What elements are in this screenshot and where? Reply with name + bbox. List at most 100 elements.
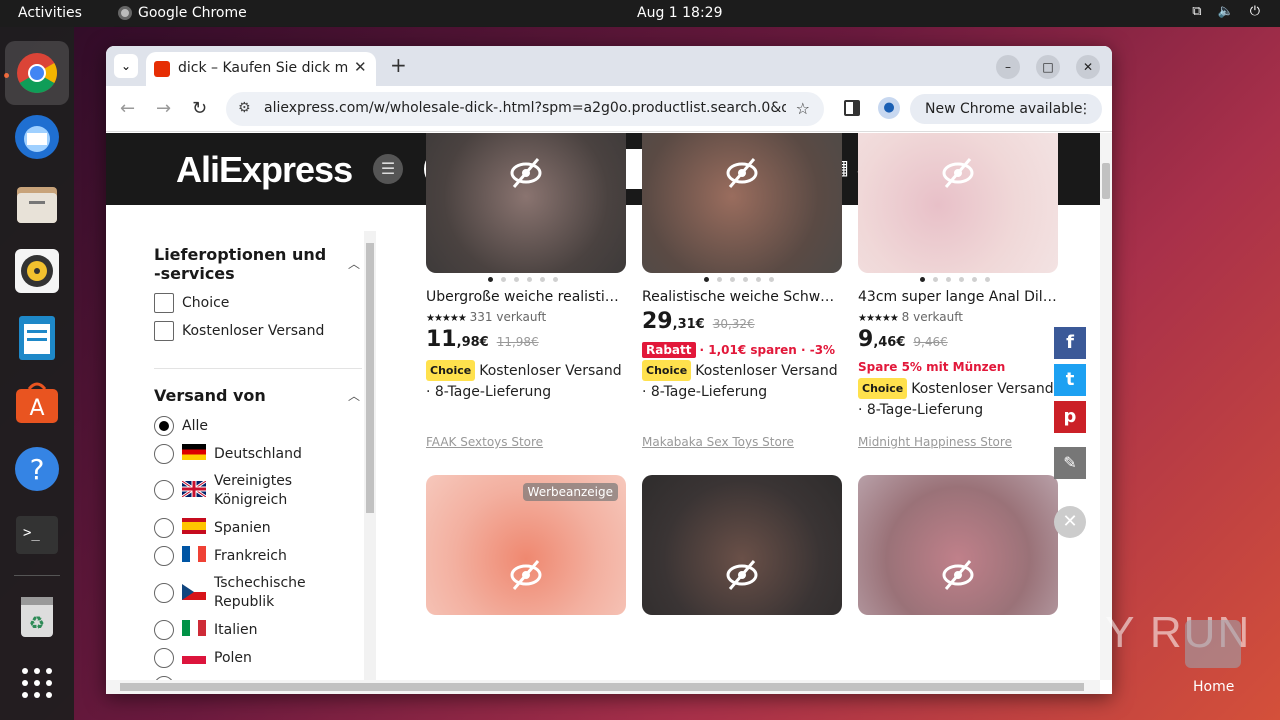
aliexpress-logo[interactable]: AliExpress (176, 149, 353, 191)
show-apps-button[interactable] (13, 659, 61, 707)
radio-tschechien[interactable] (154, 583, 174, 603)
scrollbar-thumb[interactable] (120, 683, 1084, 691)
edit-share-button[interactable]: ✎ (1054, 447, 1086, 479)
category-menu-button[interactable]: ☰ (373, 154, 403, 184)
tab-search-button[interactable]: ⌄ (114, 54, 138, 78)
scrollbar-thumb[interactable] (1102, 163, 1110, 199)
address-bar[interactable]: ⚙ aliexpress.com/w/wholesale-dick-.html?… (226, 92, 824, 126)
pinterest-share-button[interactable]: p (1054, 401, 1086, 433)
product-image[interactable] (642, 475, 842, 615)
store-link[interactable]: FAAK Sextoys Store (426, 435, 543, 449)
checkbox-label: Choice (182, 295, 230, 311)
radio-italien[interactable] (154, 620, 174, 640)
dock-files[interactable] (13, 181, 61, 229)
choice-badge: Choice (858, 378, 908, 399)
close-icon: ✕ (1062, 511, 1078, 532)
product-image[interactable] (426, 133, 626, 273)
radio-spanien[interactable] (154, 518, 174, 538)
minimize-button[interactable]: – (996, 55, 1020, 79)
dock-help[interactable]: ? (13, 445, 61, 493)
reload-button[interactable]: ↻ (192, 98, 207, 119)
facebook-share-button[interactable]: f (1054, 327, 1086, 359)
dock-thunderbird[interactable] (13, 113, 61, 161)
store-link[interactable]: Midnight Happiness Store (858, 435, 1012, 449)
image-carousel-dots[interactable] (920, 277, 990, 282)
product-image[interactable] (858, 133, 1058, 273)
ad-badge: Werbeanzeige (522, 483, 618, 501)
side-panel-icon[interactable] (844, 100, 860, 116)
dock-separator (14, 575, 60, 576)
uk-flag-icon (181, 479, 207, 499)
chevron-up-icon[interactable]: ︿ (348, 387, 360, 404)
radio-label: Alle (182, 418, 208, 434)
close-window-button[interactable]: ✕ (1076, 55, 1100, 79)
checkbox-free-shipping[interactable] (154, 321, 174, 341)
radio-label: Tschechische Republik (214, 575, 306, 610)
page-vertical-scrollbar[interactable] (1100, 133, 1112, 680)
tab-aliexpress[interactable]: dick – Kaufen Sie dick mit ✕ (146, 52, 376, 86)
product-title[interactable]: Realistische weiche Schwanz Dildo (642, 289, 842, 305)
new-chrome-available-button[interactable]: New Chrome available ⋮ (910, 94, 1102, 124)
czech-flag-icon (182, 584, 206, 600)
back-button[interactable]: ← (120, 98, 135, 119)
bookmark-star-icon[interactable]: ☆ (796, 99, 810, 118)
trash-icon: ♻ (21, 597, 53, 637)
app-menu[interactable]: Google Chrome (118, 5, 247, 21)
product-image[interactable]: Werbeanzeige (426, 475, 626, 615)
close-share-button[interactable]: ✕ (1054, 506, 1086, 538)
clock[interactable]: Aug 1 18:29 (637, 5, 723, 21)
radio-frankreich[interactable] (154, 546, 174, 566)
forward-button[interactable]: → (156, 98, 171, 119)
hidden-content-icon (942, 158, 974, 188)
scrollbar-thumb[interactable] (366, 243, 374, 513)
price: 11,98€ 11,98€ (426, 327, 539, 352)
chevron-up-icon[interactable]: ︿ (348, 255, 360, 272)
radio-deutschland[interactable] (154, 444, 174, 464)
profile-avatar[interactable]: ● (878, 97, 900, 119)
coins-promo: Spare 5% mit Münzen (858, 360, 1006, 374)
tab-title: dick – Kaufen Sie dick mit (178, 60, 348, 76)
page-horizontal-scrollbar[interactable] (106, 680, 1100, 694)
price-decimal: ,98€ (456, 335, 489, 350)
image-carousel-dots[interactable] (488, 277, 558, 282)
dock-trash[interactable]: ♻ (13, 593, 61, 641)
pencil-icon: ✎ (1063, 453, 1077, 472)
rhythmbox-icon (15, 249, 59, 293)
filter-scrollbar[interactable] (364, 231, 376, 680)
system-tray[interactable]: ⧉ 🔈 ⏻ (1192, 4, 1260, 19)
writer-icon (19, 316, 55, 360)
dock-rhythmbox[interactable] (13, 247, 61, 295)
new-chrome-label: New Chrome available (925, 101, 1083, 117)
dock-software[interactable]: A (13, 379, 61, 427)
poland-flag-icon (182, 648, 206, 664)
twitter-share-button[interactable]: t (1054, 364, 1086, 396)
new-tab-button[interactable]: + (390, 53, 407, 77)
star-rating-icon: ★★★★★ (426, 313, 467, 324)
maximize-button[interactable]: □ (1036, 55, 1060, 79)
radio-alle[interactable] (154, 416, 174, 436)
dock-chrome[interactable] (5, 41, 69, 105)
activities-button[interactable]: Activities (18, 5, 82, 21)
tab-close-icon[interactable]: ✕ (354, 58, 367, 76)
image-carousel-dots[interactable] (704, 277, 774, 282)
radio-polen[interactable] (154, 648, 174, 668)
radio-uk[interactable] (154, 480, 174, 500)
old-price: 11,98€ (496, 335, 539, 349)
store-link[interactable]: Makabaka Sex Toys Store (642, 435, 794, 449)
dock-terminal[interactable]: >_ (13, 511, 61, 559)
price-decimal: ,46€ (873, 335, 906, 350)
radio-label: Polen (214, 650, 252, 666)
product-title[interactable]: 43cm super lange Anal Dildo (858, 289, 1058, 305)
home-folder-label[interactable]: Home (1193, 679, 1234, 695)
product-title[interactable]: Übergroße weiche realistische Dildos (426, 289, 626, 305)
checkbox-choice[interactable] (154, 293, 174, 313)
price: 9,46€ 9,46€ (858, 327, 948, 352)
product-image[interactable] (642, 133, 842, 273)
product-image[interactable] (858, 475, 1058, 615)
site-info-icon[interactable]: ⚙ (238, 100, 251, 116)
home-folder-icon[interactable] (1185, 620, 1241, 668)
kebab-menu-icon[interactable]: ⋮ (1078, 94, 1092, 124)
hidden-content-icon (510, 158, 542, 188)
dock-writer[interactable] (13, 314, 61, 362)
system-top-bar: Activities Google Chrome Aug 1 18:29 ⧉ 🔈… (0, 0, 1280, 27)
